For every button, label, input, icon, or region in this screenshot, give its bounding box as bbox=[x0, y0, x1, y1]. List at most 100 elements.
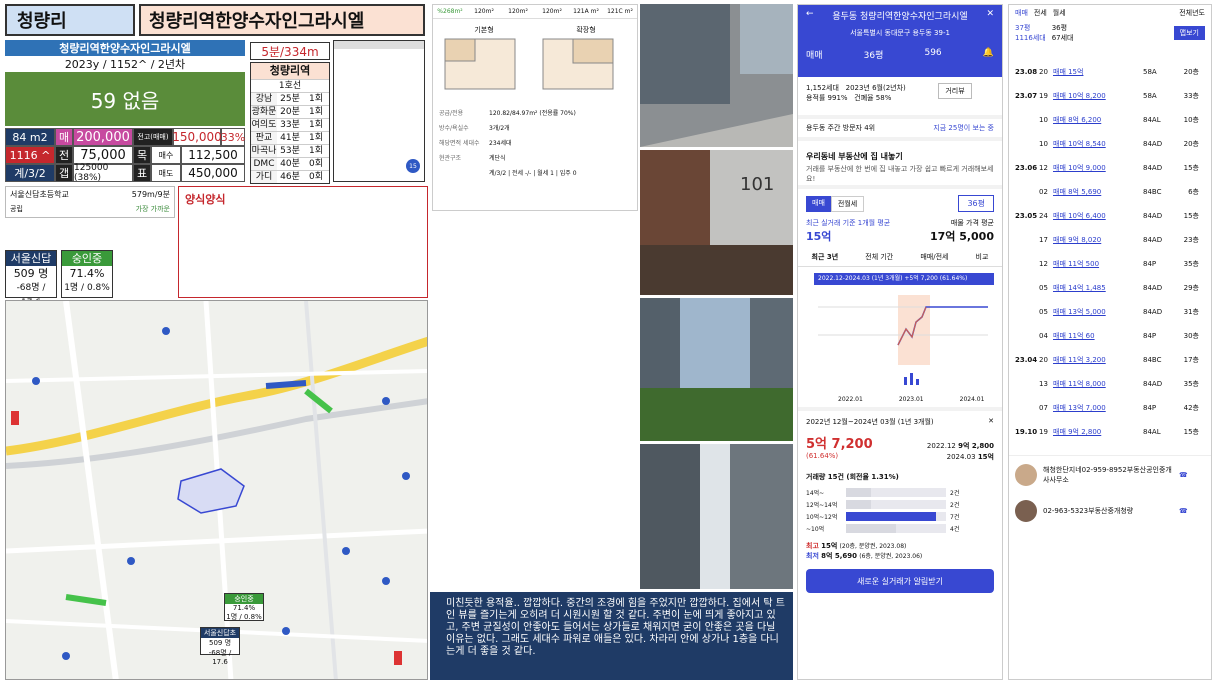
deal-type-select[interactable]: 매매 bbox=[806, 48, 823, 61]
price-chart[interactable]: 2022.12-2024.03 (1년 3개월) +5억 7,200 (61.6… bbox=[798, 267, 1002, 407]
size-a[interactable]: 37평 bbox=[1015, 23, 1046, 33]
seg-rent[interactable]: 전월세 bbox=[830, 195, 865, 212]
street-view-button[interactable]: 거리뷰 bbox=[938, 83, 972, 99]
station-cell-1: 46분 bbox=[280, 172, 300, 182]
row-price[interactable]: 매매 10억 6,400 bbox=[1053, 211, 1143, 221]
seg-sale[interactable]: 매매 bbox=[806, 195, 831, 212]
row-price[interactable]: 매매 10억 8,200 bbox=[1053, 91, 1143, 101]
size-dropdown[interactable]: 36평 bbox=[958, 195, 994, 212]
elem-ratio: -68명 / 17.6 bbox=[16, 283, 46, 308]
summary-built: 2023년 6월(2년차) bbox=[845, 84, 906, 92]
agent-b-phone-icon[interactable]: ☎ bbox=[1179, 507, 1188, 515]
chart-tab[interactable]: 전체 기간 bbox=[865, 252, 893, 262]
volume-row: 14억~ 2건 bbox=[806, 488, 994, 497]
row-price[interactable]: 매매 11억 8,000 bbox=[1053, 379, 1143, 389]
row-date: 23.07 bbox=[1015, 91, 1038, 100]
row-type: 84AD bbox=[1143, 163, 1163, 172]
row-price[interactable]: 매매 14억 1,485 bbox=[1053, 283, 1143, 293]
size-d: 67세대 bbox=[1051, 34, 1074, 42]
row-price[interactable]: 매매 13억 7,000 bbox=[1053, 403, 1143, 413]
agent-b-name: 02-963-5323부동산중개청량 bbox=[1043, 507, 1134, 515]
plan-tab[interactable]: %268m² bbox=[433, 5, 467, 18]
volume-label: 10억~12억 bbox=[806, 514, 838, 521]
row-type: 84AD bbox=[1143, 283, 1163, 292]
viewer-link[interactable]: 지금 25명이 보는 중 bbox=[933, 123, 994, 133]
station-cell-0: 판교 bbox=[251, 132, 277, 144]
station-line: 1호선 bbox=[251, 79, 329, 92]
row-price[interactable]: 매매 10억 9,000 bbox=[1053, 163, 1143, 173]
row-floor: 20층 bbox=[1183, 139, 1199, 148]
middle-pct: 71.4% bbox=[69, 267, 105, 280]
max-value: 15억 bbox=[821, 542, 838, 550]
plan-left-title: 기본형 bbox=[474, 26, 494, 34]
transaction-row: 10 매매 10억 8,540 84AD 20층 bbox=[1015, 137, 1205, 150]
plan-row: 계/3/2 | 전세 -/- | 월세 1 | 입주 0 bbox=[439, 168, 631, 177]
row-price[interactable]: 매매 13억 5,000 bbox=[1053, 307, 1143, 317]
agent-a-phone-icon[interactable]: ☎ bbox=[1179, 471, 1188, 479]
plan-row-value: 계/3/2 | 전세 -/- | 월세 1 | 입주 0 bbox=[489, 170, 577, 177]
size-c[interactable]: 36평 bbox=[1052, 23, 1074, 33]
station-cell-2: 1회 bbox=[308, 107, 323, 117]
back-icon[interactable]: ← bbox=[806, 9, 814, 22]
close-icon[interactable]: ✕ bbox=[986, 9, 994, 22]
plan-tab[interactable]: 120m² bbox=[501, 5, 535, 18]
year-filter[interactable]: 전체년도 bbox=[1179, 8, 1205, 18]
change-pct: (61.64%) bbox=[806, 452, 839, 460]
volume-row: 12억~14억 2건 bbox=[806, 500, 994, 509]
period-close-icon[interactable]: ✕ bbox=[988, 417, 994, 427]
realestate-app: ← 용두동 청량리역한양수자인그라시엘 ✕ 서울특별시 동대문구 용두동 39-… bbox=[797, 4, 1003, 680]
row-price[interactable]: 매매 8억 5,690 bbox=[1053, 187, 1143, 197]
transaction-row: 23.08 20 매매 15억 58A 20층 bbox=[1015, 65, 1205, 78]
volume-label: 12억~14억 bbox=[806, 502, 838, 509]
row-floor: 15층 bbox=[1183, 211, 1199, 220]
plan-tab[interactable]: 120m² bbox=[535, 5, 569, 18]
size-select[interactable]: 36평 bbox=[864, 48, 884, 61]
volume-track bbox=[846, 488, 946, 497]
list-tab[interactable]: 월세 bbox=[1053, 8, 1066, 18]
buy-label: 매수 bbox=[151, 146, 181, 164]
station-name: 청량리역 bbox=[251, 63, 329, 79]
volume-bar bbox=[846, 512, 936, 521]
plan-tab[interactable]: 121A m² bbox=[569, 5, 603, 18]
transaction-row: 05 매매 14억 1,485 84AD 29층 bbox=[1015, 281, 1205, 294]
promo-title: 우리동네 부동산에 집 내놓기 bbox=[806, 152, 903, 161]
row-price[interactable]: 매매 11억 3,200 bbox=[1053, 355, 1143, 365]
row-price[interactable]: 매매 10억 8,540 bbox=[1053, 139, 1143, 149]
row-price[interactable]: 매매 9억 2,800 bbox=[1053, 427, 1143, 437]
region-title: 청량리 bbox=[5, 4, 135, 36]
visitor-rank: 용두동 주간 방문자 4위 bbox=[806, 124, 876, 132]
list-tab[interactable]: 매매 bbox=[1015, 8, 1028, 18]
volume-track bbox=[846, 524, 946, 533]
row-price[interactable]: 매매 9억 8,020 bbox=[1053, 235, 1143, 245]
chart-tooltip: 2022.12-2024.03 (1년 3개월) +5억 7,200 (61.6… bbox=[814, 273, 994, 285]
row-floor: 23층 bbox=[1183, 235, 1199, 244]
row-price[interactable]: 매매 15억 bbox=[1053, 67, 1143, 77]
station-row: 광화문 20분 1회 bbox=[251, 105, 329, 118]
map-view-button[interactable]: 맵보기 bbox=[1173, 26, 1205, 40]
bell-icon[interactable]: 🔔 bbox=[983, 48, 994, 61]
station-cell-2: 0회 bbox=[308, 172, 323, 182]
volume-row: ~10억 4건 bbox=[806, 524, 994, 533]
row-date: 23.05 bbox=[1015, 211, 1038, 220]
station-row: DMC 40분 0회 bbox=[251, 157, 329, 170]
row-price[interactable]: 매매 11억 60 bbox=[1053, 331, 1143, 341]
promo-banner[interactable]: 우리동네 부동산에 집 내놓기 거래를 부동산에 한 번에 집 내놓고 가장 쉽… bbox=[798, 137, 1002, 189]
row-type: 84BC bbox=[1143, 187, 1162, 196]
row-price[interactable]: 매매 11억 500 bbox=[1053, 259, 1143, 269]
row-day: 17 bbox=[1039, 235, 1048, 244]
chart-tab[interactable]: 비교 bbox=[976, 252, 989, 262]
list-tab[interactable]: 전세 bbox=[1034, 8, 1047, 18]
plan-tab[interactable]: 121C m² bbox=[603, 5, 637, 18]
chart-tab[interactable]: 매매/전세 bbox=[920, 252, 948, 262]
area-map[interactable]: 숭인중 71.4% 1명 / 0.8% 서울신답초 509 명 -68명 / 1… bbox=[5, 300, 428, 680]
price-line-chart bbox=[818, 295, 988, 385]
price-alert-button[interactable]: 새로운 실거래가 알림받기 bbox=[806, 569, 994, 593]
station-row: 강남 25분 1회 bbox=[251, 92, 329, 105]
plan-tab[interactable]: 120m² bbox=[467, 5, 501, 18]
row-price[interactable]: 매매 8억 6,200 bbox=[1053, 115, 1143, 125]
map-elem-name: 서울신답초 bbox=[201, 628, 239, 638]
max-note: (20층, 분양권, 2023.08) bbox=[839, 543, 907, 550]
chart-tab[interactable]: 최근 3년 bbox=[812, 252, 839, 262]
comment-count[interactable]: 596 bbox=[924, 48, 941, 61]
plan-row-label bbox=[439, 168, 489, 177]
